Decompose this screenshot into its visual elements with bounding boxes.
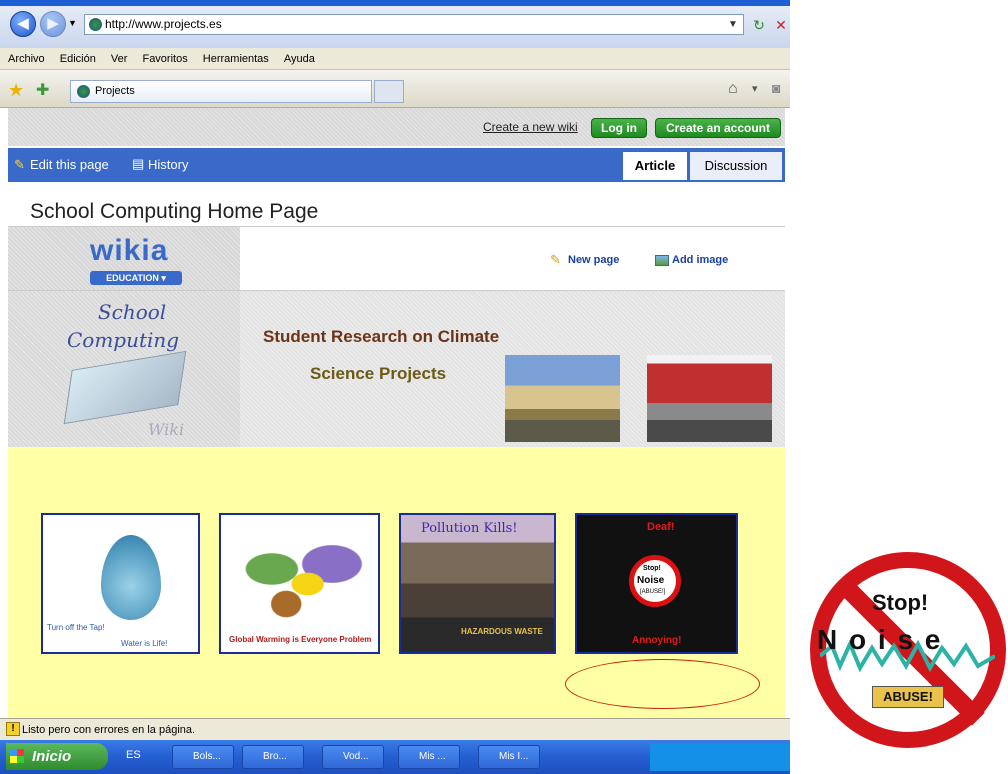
refresh-icon[interactable]: ↻ xyxy=(748,15,770,35)
banner-line-2: Science Projects xyxy=(310,364,447,383)
education-dropdown[interactable]: EDUCATION ▾ xyxy=(90,271,182,285)
add-favorite-icon[interactable]: ✚ xyxy=(36,80,49,100)
language-indicator[interactable]: ES xyxy=(126,749,141,761)
world-map-image xyxy=(229,529,372,629)
tab-projects[interactable]: Projects xyxy=(70,80,372,103)
browser-window: ◀ ▶ ▼ http://www.projects.es ▼ ↻ ✕ Archi… xyxy=(0,0,790,774)
card-caption: Global Warming is Everyone Problem xyxy=(229,635,372,644)
pencil-icon: ✎ xyxy=(14,157,25,172)
new-tab-button[interactable] xyxy=(374,80,404,103)
school-building-photo-1 xyxy=(505,355,620,442)
project-card-global-warming[interactable]: Global Warming is Everyone Problem xyxy=(219,513,380,654)
card-caption: Turn off the Tap! xyxy=(47,623,105,632)
school-word: School xyxy=(97,300,167,324)
address-input[interactable]: http://www.projects.es xyxy=(84,14,744,35)
tab-globe-icon xyxy=(77,85,90,98)
rss-feed-icon[interactable]: ◙ xyxy=(772,80,780,96)
stop-text: Stop! xyxy=(872,590,929,615)
menu-ver[interactable]: Ver xyxy=(111,53,128,65)
address-dropdown-icon[interactable]: ▼ xyxy=(728,16,742,33)
highlight-ellipse xyxy=(565,659,760,709)
abuse-label: ABUSE! xyxy=(872,686,944,708)
wikia-logo[interactable]: wikia xyxy=(90,234,168,268)
school-computing-text: School Computing xyxy=(67,298,179,354)
taskbar-item[interactable]: Vod... xyxy=(322,745,384,769)
add-image-link[interactable]: Add image xyxy=(672,254,728,266)
water-drop-image xyxy=(101,535,161,620)
home-icon[interactable]: ⌂ xyxy=(728,80,738,98)
page-title: School Computing Home Page xyxy=(30,200,319,223)
sign-bot-text: [ABUSE!] xyxy=(640,589,666,595)
status-bar: Listo pero con errores en la página. xyxy=(0,718,790,740)
taskbar-item[interactable]: Bro... xyxy=(242,745,304,769)
noise-text: N o i s e xyxy=(817,624,943,655)
add-image-icon xyxy=(655,255,669,266)
menu-bar: Archivo Edición Ver Favoritos Herramient… xyxy=(0,48,790,70)
card-caption: Deaf! xyxy=(647,521,675,533)
site-globe-icon xyxy=(89,18,102,31)
card-caption: Water is Life! xyxy=(121,639,168,648)
banner-line-1: Student Research on Climate xyxy=(263,327,500,346)
new-page-icon: ✎ xyxy=(550,252,561,267)
url-text: http://www.projects.es xyxy=(105,17,222,31)
computing-word: Computing xyxy=(67,328,180,352)
taskbar-item[interactable]: Mis I... xyxy=(478,745,540,769)
menu-herramientas[interactable]: Herramientas xyxy=(203,53,269,65)
tab-article[interactable]: Article xyxy=(623,152,687,180)
sign-mid-text: Noise xyxy=(637,575,665,586)
project-card-noise[interactable]: Deaf! Stop! Noise [ABUSE!] Annoying! xyxy=(575,513,738,654)
card-caption: Annoying! xyxy=(632,635,682,646)
warning-icon[interactable]: ! xyxy=(6,722,20,736)
project-card-water[interactable]: Turn off the Tap! Water is Life! xyxy=(41,513,200,654)
menu-favoritos[interactable]: Favoritos xyxy=(142,53,187,65)
back-button-icon[interactable]: ◀ xyxy=(10,11,36,37)
system-tray xyxy=(650,743,790,771)
school-building-photo-2 xyxy=(647,355,772,442)
new-page-link[interactable]: New page xyxy=(568,254,619,266)
favorites-star-icon[interactable]: ★ xyxy=(8,80,24,101)
tab-discussion[interactable]: Discussion xyxy=(690,152,782,180)
taskbar-item[interactable]: Bols... xyxy=(172,745,234,769)
login-button[interactable]: Log in xyxy=(591,118,647,138)
menu-archivo[interactable]: Archivo xyxy=(8,53,45,65)
sign-top-text: Stop! xyxy=(643,565,661,572)
history-link[interactable]: History xyxy=(148,157,188,172)
forward-button-icon[interactable]: ▶ xyxy=(40,11,66,37)
stop-icon[interactable]: ✕ xyxy=(770,15,790,35)
windows-flag-icon xyxy=(10,749,24,763)
menu-ayuda[interactable]: Ayuda xyxy=(284,53,315,65)
card-caption: HAZARDOUS WASTE xyxy=(461,627,543,636)
create-account-button[interactable]: Create an account xyxy=(655,118,781,138)
tab-title: Projects xyxy=(95,85,135,97)
history-icon: ▤ xyxy=(132,156,145,171)
create-wiki-link[interactable]: Create a new wiki xyxy=(483,120,578,134)
menu-edicion[interactable]: Edición xyxy=(60,53,96,65)
wiki-word: Wiki xyxy=(148,420,185,439)
home-dropdown-icon[interactable]: ▾ xyxy=(752,82,758,95)
card-caption: Pollution Kills! xyxy=(421,521,518,536)
project-card-pollution[interactable]: Pollution Kills! HAZARDOUS WASTE xyxy=(399,513,556,654)
taskbar-item[interactable]: Mis ... xyxy=(398,745,460,769)
edit-page-link[interactable]: Edit this page xyxy=(30,157,109,172)
history-dropdown-icon[interactable]: ▼ xyxy=(68,18,77,28)
